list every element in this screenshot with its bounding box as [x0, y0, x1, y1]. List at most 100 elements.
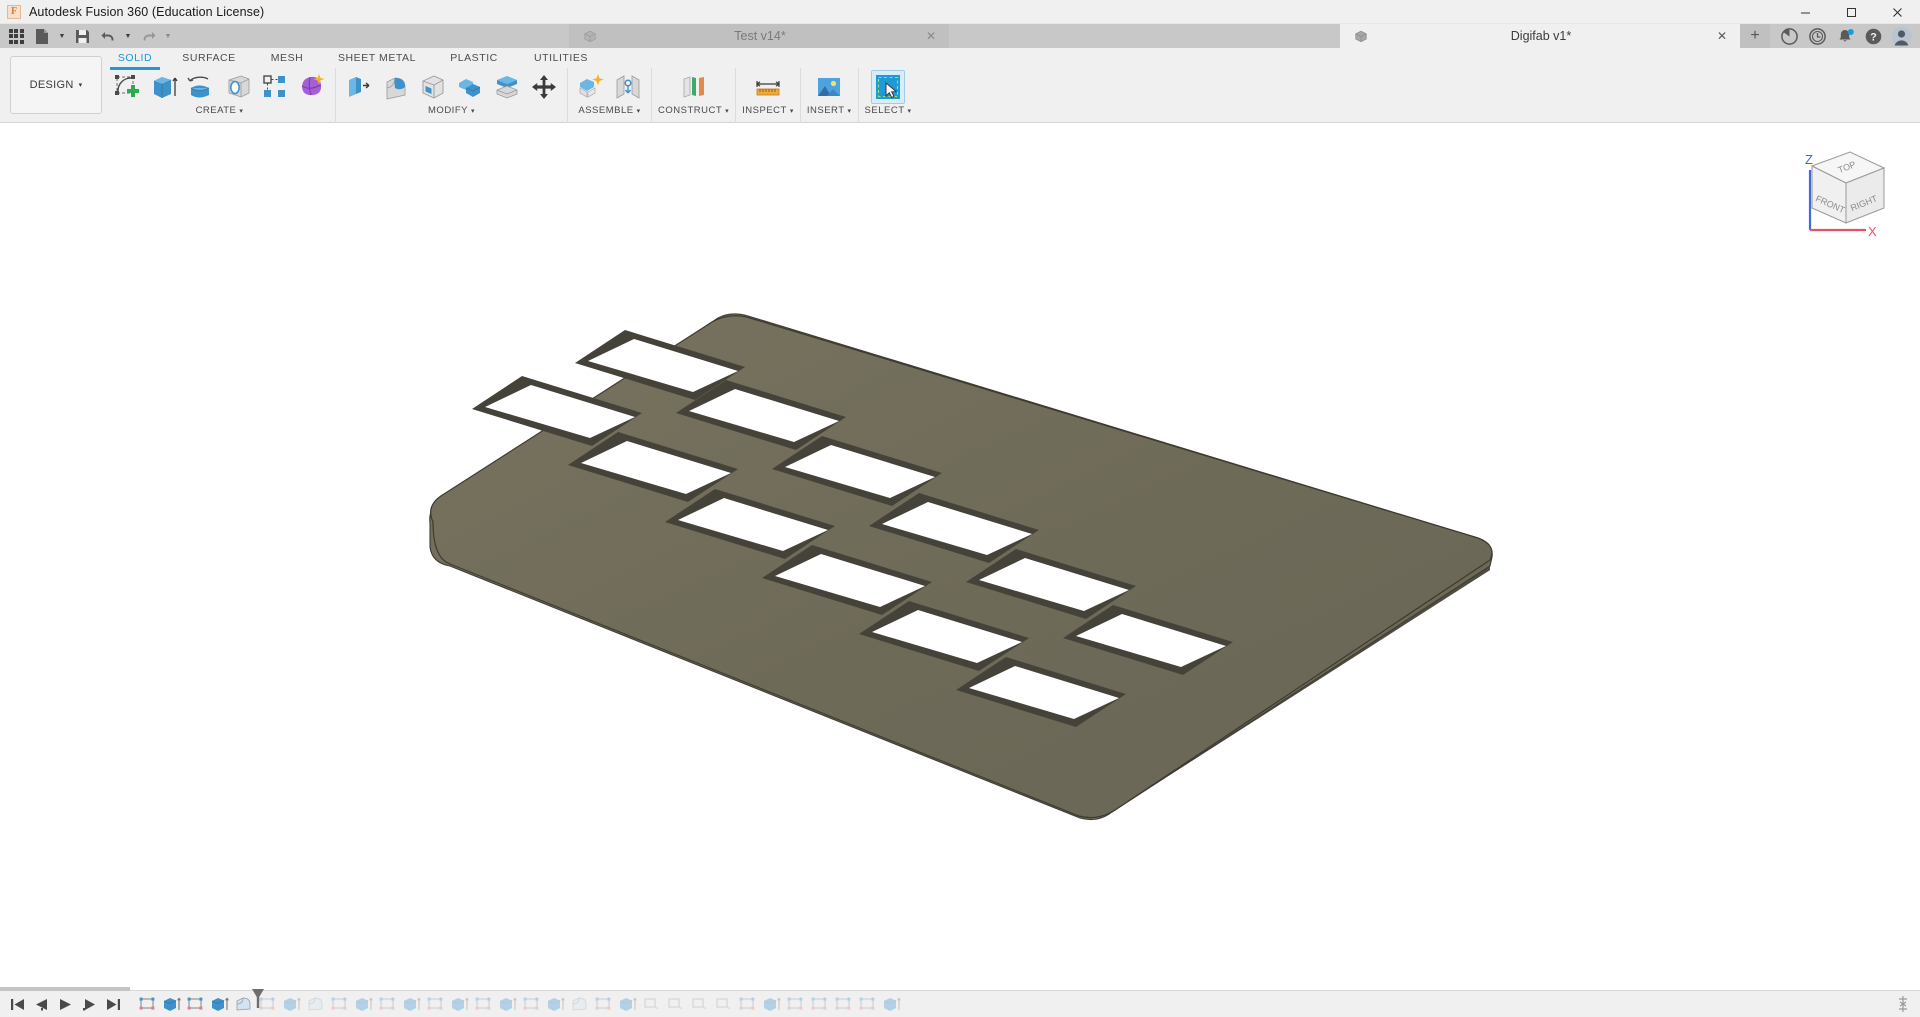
timeline-scroll-thumb[interactable] — [0, 987, 130, 991]
combine-icon[interactable] — [453, 70, 487, 104]
timeline-feature-hole[interactable] — [640, 993, 664, 1015]
ribbon-tab-sheet-metal[interactable]: SHEET METAL — [322, 49, 432, 67]
document-tab-close-icon[interactable]: ✕ — [1714, 29, 1730, 43]
ribbon-tab-solid[interactable]: SOLID — [104, 49, 166, 70]
create-sketch-icon[interactable] — [110, 70, 144, 104]
ribbon-panel-label-inspect[interactable]: INSPECT ▾ — [742, 105, 794, 116]
timeline-feature-hole[interactable] — [664, 993, 688, 1015]
file-icon[interactable] — [30, 25, 54, 47]
ribbon-panel-select: SELECT ▾ — [857, 68, 918, 123]
measure-icon[interactable] — [751, 70, 785, 104]
timeline-playhead-marker[interactable] — [250, 989, 264, 1008]
help-icon[interactable]: ? — [1860, 25, 1886, 47]
timeline-feature-sketch[interactable] — [736, 993, 760, 1015]
offset-plane-icon[interactable] — [677, 70, 711, 104]
ribbon-panel-label-insert[interactable]: INSERT ▾ — [807, 105, 852, 116]
workspace-switcher-button[interactable]: DESIGN ▾ — [10, 56, 102, 114]
save-icon[interactable] — [70, 25, 94, 47]
timeline-end-icon[interactable] — [1896, 995, 1910, 1013]
model-perforated-plate[interactable] — [0, 124, 1920, 990]
insert-image-icon[interactable] — [812, 70, 846, 104]
timeline-feature-extrude[interactable] — [760, 993, 784, 1015]
ribbon-panel-label-select[interactable]: SELECT ▾ — [865, 105, 912, 116]
view-cube[interactable]: Z X TOP FRONT RIGHT — [1788, 134, 1898, 249]
timeline-feature-sketch[interactable] — [472, 993, 496, 1015]
show-data-panel-icon[interactable] — [4, 25, 28, 47]
ribbon-tab-mesh[interactable]: MESH — [252, 49, 322, 67]
title-bar: F Autodesk Fusion 360 (Education License… — [0, 0, 1920, 24]
ribbon-tab-utilities[interactable]: UTILITIES — [516, 49, 606, 67]
document-tab-digifab[interactable]: Digifab v1* ✕ — [1340, 24, 1740, 48]
hole-icon[interactable] — [221, 70, 255, 104]
timeline-feature-sketch[interactable] — [328, 993, 352, 1015]
timeline-feature-fillet[interactable] — [304, 993, 328, 1015]
account-avatar[interactable] — [1888, 25, 1914, 47]
fillet-icon[interactable] — [379, 70, 413, 104]
select-icon[interactable] — [871, 70, 906, 104]
timeline-feature-sketch[interactable] — [376, 993, 400, 1015]
file-caret-icon[interactable]: ▼ — [56, 25, 68, 47]
app-title: Autodesk Fusion 360 (Education License) — [29, 4, 265, 19]
document-tab-close-icon[interactable]: ✕ — [923, 29, 939, 43]
timeline-feature-sketch[interactable] — [856, 993, 880, 1015]
timeline-feature-extrude[interactable] — [880, 993, 904, 1015]
timeline-feature-extrude[interactable] — [448, 993, 472, 1015]
timeline-feature-fillet[interactable] — [568, 993, 592, 1015]
ribbon-panel-label-construct[interactable]: CONSTRUCT ▾ — [658, 105, 729, 116]
shell-icon[interactable] — [416, 70, 450, 104]
timeline-feature-extrude[interactable] — [352, 993, 376, 1015]
timeline-feature-sketch[interactable] — [424, 993, 448, 1015]
timeline-feature-sketch[interactable] — [808, 993, 832, 1015]
timeline-feature-extrude[interactable] — [160, 993, 184, 1015]
timeline-feature-extrude[interactable] — [280, 993, 304, 1015]
go-to-beginning-button[interactable] — [8, 995, 26, 1013]
job-status-icon[interactable] — [1776, 25, 1802, 47]
ribbon-panel-label-create[interactable]: CREATE ▾ — [196, 105, 244, 116]
timeline-feature-extrude[interactable] — [544, 993, 568, 1015]
redo-caret-icon[interactable]: ▼ — [162, 25, 174, 47]
timeline-feature-sketch[interactable] — [832, 993, 856, 1015]
timeline-feature-extrude[interactable] — [400, 993, 424, 1015]
ribbon-panel-label-assemble[interactable]: ASSEMBLE ▾ — [578, 105, 640, 116]
timeline-feature-extrude[interactable] — [208, 993, 232, 1015]
create-form-icon[interactable] — [295, 70, 329, 104]
step-back-button[interactable] — [32, 995, 50, 1013]
timeline-feature-hole[interactable] — [688, 993, 712, 1015]
step-forward-button[interactable] — [80, 995, 98, 1013]
press-pull-icon[interactable] — [342, 70, 376, 104]
timeline-feature-sketch[interactable] — [592, 993, 616, 1015]
new-component-icon[interactable] — [574, 70, 608, 104]
timeline-feature-extrude[interactable] — [616, 993, 640, 1015]
minimize-button[interactable] — [1782, 0, 1828, 24]
ribbon-tab-plastic[interactable]: PLASTIC — [432, 49, 516, 67]
revolve-icon[interactable] — [184, 70, 218, 104]
move-copy-icon[interactable] — [527, 70, 561, 104]
timeline-feature-sketch[interactable] — [784, 993, 808, 1015]
timeline-feature-list[interactable] — [136, 989, 904, 1015]
recent-activity-icon[interactable] — [1804, 25, 1830, 47]
extrude-icon[interactable] — [147, 70, 181, 104]
new-tab-button[interactable]: + — [1740, 24, 1770, 48]
timeline-feature-hole[interactable] — [712, 993, 736, 1015]
timeline-feature-sketch[interactable] — [184, 993, 208, 1015]
play-button[interactable] — [56, 995, 74, 1013]
undo-caret-icon[interactable]: ▼ — [122, 25, 134, 47]
timeline-feature-extrude[interactable] — [496, 993, 520, 1015]
3d-viewport[interactable]: Z X TOP FRONT RIGHT — [0, 124, 1920, 990]
go-to-end-button[interactable] — [104, 995, 122, 1013]
undo-icon[interactable] — [96, 25, 120, 47]
panel-label-text: MODIFY — [428, 105, 468, 116]
maximize-button[interactable] — [1828, 0, 1874, 24]
ribbon-tab-surface[interactable]: SURFACE — [166, 49, 252, 67]
document-tab-test[interactable]: Test v14* ✕ — [569, 24, 949, 48]
timeline-feature-sketch[interactable] — [520, 993, 544, 1015]
close-button[interactable] — [1874, 0, 1920, 24]
notifications-icon[interactable] — [1832, 25, 1858, 47]
redo-icon[interactable] — [136, 25, 160, 47]
pattern-icon[interactable] — [258, 70, 292, 104]
timeline-scrollbar[interactable] — [0, 987, 1920, 991]
split-body-icon[interactable] — [490, 70, 524, 104]
joint-icon[interactable] — [611, 70, 645, 104]
ribbon-panel-label-modify[interactable]: MODIFY ▾ — [428, 105, 475, 116]
timeline-feature-sketch[interactable] — [136, 993, 160, 1015]
